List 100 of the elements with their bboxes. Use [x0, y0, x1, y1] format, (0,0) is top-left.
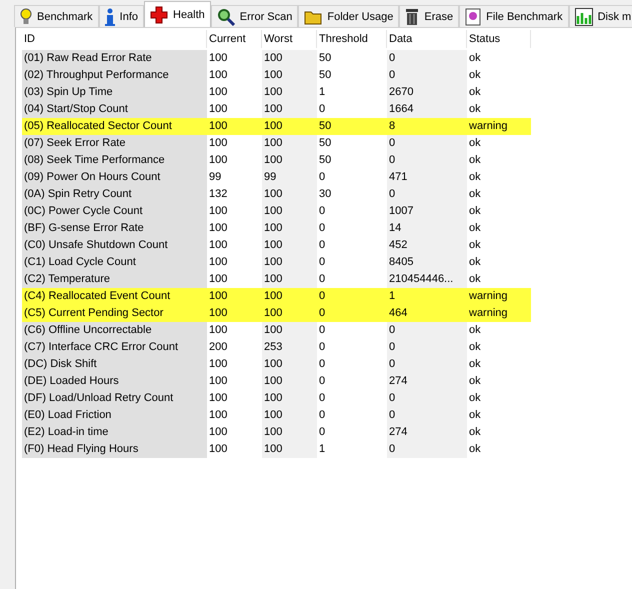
table-cell: 100	[262, 50, 317, 67]
table-cell: 100	[262, 271, 317, 288]
table-cell: 0	[387, 152, 467, 169]
table-cell: 100	[262, 135, 317, 152]
column-header[interactable]: Data	[387, 30, 467, 48]
table-cell: (07) Seek Error Rate	[22, 135, 207, 152]
table-cell: (02) Throughput Performance	[22, 67, 207, 84]
table-cell: (09) Power On Hours Count	[22, 169, 207, 186]
table-cell: 0	[387, 339, 467, 356]
tab[interactable]: Health	[144, 1, 211, 27]
column-header[interactable]: Status	[467, 30, 531, 48]
table-cell: 1007	[387, 203, 467, 220]
table-cell: (BF) G-sense Error Rate	[22, 220, 207, 237]
table-cell: (E2) Load-in time	[22, 424, 207, 441]
table-cell: 100	[262, 288, 317, 305]
table-cell: 100	[262, 373, 317, 390]
table-cell: 0	[387, 407, 467, 424]
column-header[interactable]: ID	[22, 30, 207, 48]
table-cell: (C6) Offline Uncorrectable	[22, 322, 207, 339]
table-cell: 100	[262, 424, 317, 441]
tab[interactable]: Benchmark	[14, 5, 99, 27]
bulb-icon	[20, 8, 32, 26]
table-cell: 0	[387, 186, 467, 203]
table-cell: 452	[387, 237, 467, 254]
table-cell: 100	[262, 220, 317, 237]
table-cell: 1	[387, 288, 467, 305]
table-cell: 100	[262, 186, 317, 203]
tab[interactable]: Error Scan	[210, 5, 298, 27]
plus-icon	[150, 6, 168, 24]
table-cell: 100	[262, 84, 317, 101]
table-cell: 210454446...	[387, 271, 467, 288]
table-cell: 100	[262, 407, 317, 424]
table-cell: (DC) Disk Shift	[22, 356, 207, 373]
table-cell: (05) Reallocated Sector Count	[22, 118, 207, 135]
table-cell: (03) Spin Up Time	[22, 84, 207, 101]
table-cell: 0	[317, 305, 387, 322]
table-cell: warning	[467, 288, 531, 305]
trash-icon	[405, 8, 420, 26]
table-cell: 50	[317, 118, 387, 135]
table-cell: 1664	[387, 101, 467, 118]
table-cell: (C2) Temperature	[22, 271, 207, 288]
table-cell: 99	[262, 169, 317, 186]
table-cell: 100	[262, 390, 317, 407]
table-cell: 100	[262, 254, 317, 271]
table-cell: (01) Raw Read Error Rate	[22, 50, 207, 67]
table-cell: warning	[467, 118, 531, 135]
table-cell: 0	[387, 135, 467, 152]
table-cell: 100	[207, 118, 262, 135]
table-cell: (08) Seek Time Performance	[22, 152, 207, 169]
table-cell: 100	[207, 288, 262, 305]
table-cell: 0	[317, 288, 387, 305]
table-cell: 0	[387, 356, 467, 373]
table-cell: (C7) Interface CRC Error Count	[22, 339, 207, 356]
table-cell: 274	[387, 373, 467, 390]
table-cell: 100	[262, 441, 317, 458]
table-cell: 464	[387, 305, 467, 322]
table-cell: 274	[387, 424, 467, 441]
table-cell: 100	[262, 237, 317, 254]
table-cell: 471	[387, 169, 467, 186]
table-cell: (E0) Load Friction	[22, 407, 207, 424]
table-cell: 0	[387, 67, 467, 84]
column-header[interactable]: Threshold	[317, 30, 387, 48]
table-cell: 0	[387, 50, 467, 67]
table-cell: 0	[387, 441, 467, 458]
table-cell: 100	[262, 305, 317, 322]
table-cell: 100	[262, 356, 317, 373]
table-cell: 100	[207, 305, 262, 322]
column-header[interactable]: Current	[207, 30, 262, 48]
table-cell: 14	[387, 220, 467, 237]
info-icon	[104, 8, 115, 26]
tab[interactable]: Info	[98, 5, 144, 27]
table-cell: 100	[262, 67, 317, 84]
table-cell: 100	[262, 322, 317, 339]
folder-icon	[304, 8, 322, 24]
column-header[interactable]: Worst	[262, 30, 317, 48]
magnifier-icon	[216, 8, 235, 26]
table-cell: 100	[262, 101, 317, 118]
table-cell: 100	[262, 152, 317, 169]
table-cell: (C1) Load Cycle Count	[22, 254, 207, 271]
table-cell: (C0) Unsafe Shutdown Count	[22, 237, 207, 254]
tab[interactable]: File Benchmark	[459, 5, 569, 27]
table-cell: 253	[262, 339, 317, 356]
table-cell: (0C) Power Cycle Count	[22, 203, 207, 220]
table-cell: (C5) Current Pending Sector	[22, 305, 207, 322]
table-cell: 2670	[387, 84, 467, 101]
table-cell: 100	[262, 203, 317, 220]
tab[interactable]: Disk m	[568, 5, 632, 27]
table-cell: (DE) Loaded Hours	[22, 373, 207, 390]
table-cell: (C4) Reallocated Event Count	[22, 288, 207, 305]
table-cell: 0	[387, 390, 467, 407]
table-cell: (DF) Load/Unload Retry Count	[22, 390, 207, 407]
table-cell: 100	[262, 118, 317, 135]
table-cell: (0A) Spin Retry Count	[22, 186, 207, 203]
table-cell: (04) Start/Stop Count	[22, 101, 207, 118]
tab[interactable]: Erase	[399, 5, 460, 27]
tab[interactable]: Folder Usage	[298, 5, 400, 27]
table-cell: 8405	[387, 254, 467, 271]
table-cell: warning	[467, 305, 531, 322]
table-cell: 0	[387, 322, 467, 339]
table-cell: (F0) Head Flying Hours	[22, 441, 207, 458]
